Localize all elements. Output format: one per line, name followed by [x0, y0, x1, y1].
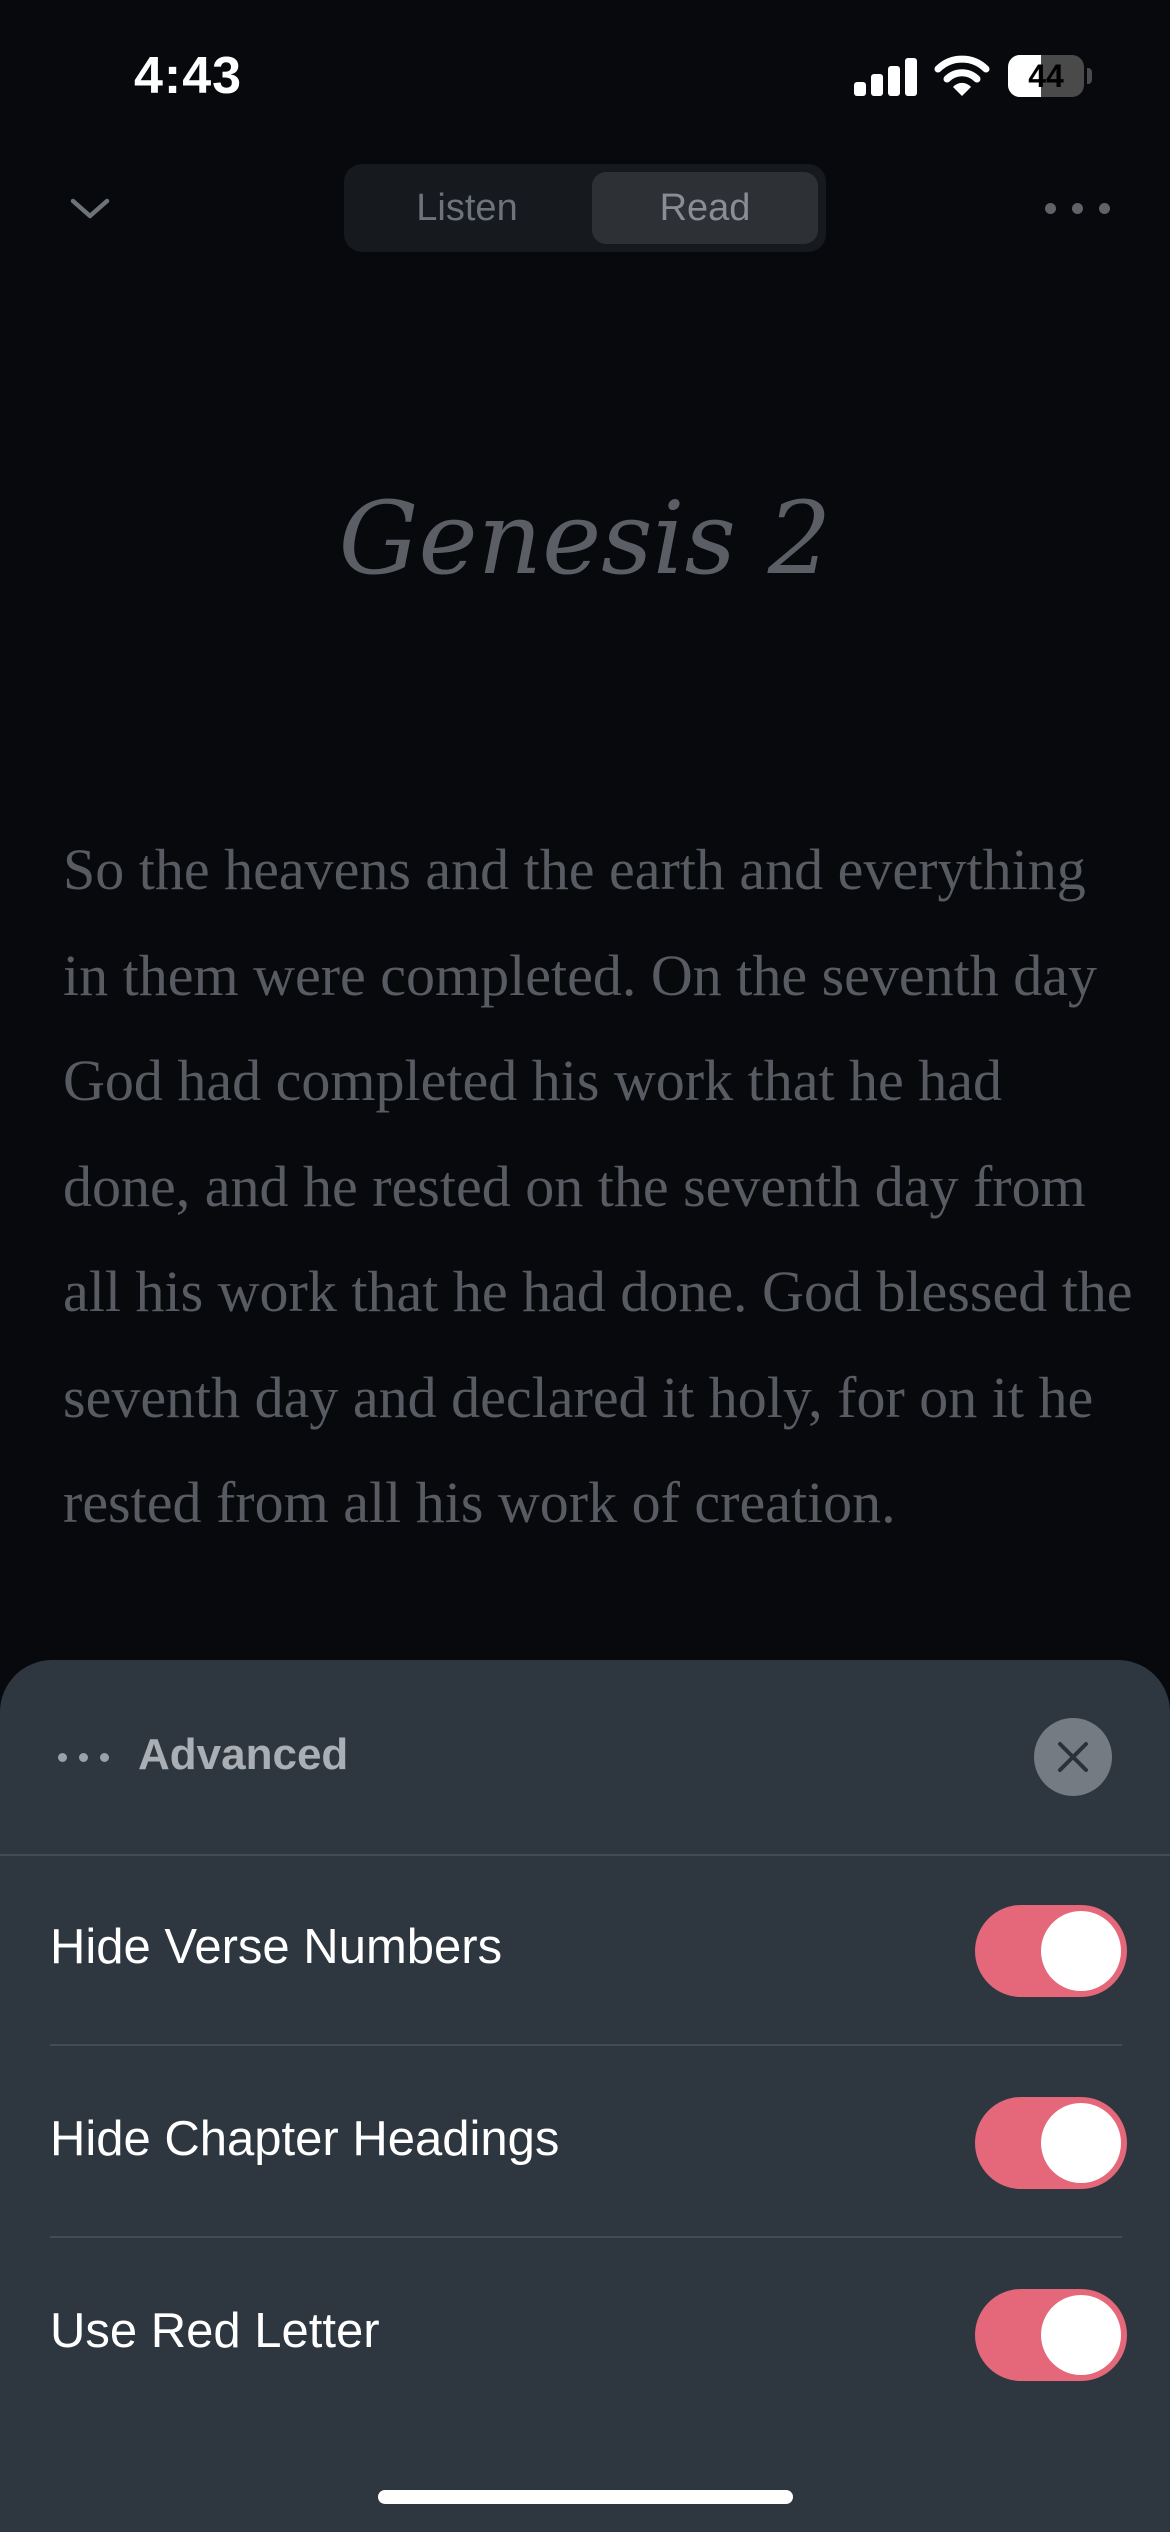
- tab-listen[interactable]: Listen: [356, 172, 578, 244]
- more-horizontal-icon: [58, 1753, 110, 1765]
- listen-read-toggle: Listen Read: [344, 164, 826, 252]
- tab-read[interactable]: Read: [592, 172, 818, 244]
- chevron-down-icon: [70, 198, 110, 219]
- setting-row-hide-verse-numbers: Hide Verse Numbers: [0, 1856, 1170, 2046]
- status-time: 4:43: [134, 47, 243, 105]
- status-bar: 4:43 44: [0, 0, 1170, 150]
- setting-label: Hide Verse Numbers: [50, 1920, 503, 1974]
- chapter-title: Genesis 2: [338, 480, 832, 597]
- close-icon: [1058, 1742, 1088, 1772]
- cellular-signal-icon: [854, 58, 917, 96]
- setting-row-hide-chapter-headings: Hide Chapter Headings: [0, 2048, 1170, 2238]
- close-button[interactable]: [1034, 1718, 1112, 1796]
- toggle-knob: [1041, 2295, 1121, 2375]
- wifi-icon: [934, 55, 990, 96]
- toggle-knob: [1041, 2103, 1121, 2183]
- divider: [50, 2236, 1122, 2238]
- sheet-header: Advanced: [0, 1660, 1170, 1855]
- reader-top-bar: Listen Read: [0, 160, 1170, 256]
- setting-label: Hide Chapter Headings: [50, 2112, 560, 2166]
- collapse-button[interactable]: [60, 178, 120, 238]
- chapter-text: So the heavens and the earth and everyth…: [63, 837, 1133, 1535]
- divider: [50, 2044, 1122, 2046]
- hide-chapter-headings-toggle[interactable]: [975, 2097, 1127, 2189]
- toggle-knob: [1041, 1911, 1121, 1991]
- setting-label: Use Red Letter: [50, 2304, 380, 2358]
- home-indicator[interactable]: [378, 2490, 793, 2504]
- hide-verse-numbers-toggle[interactable]: [975, 1905, 1127, 1997]
- battery-percent: 44: [1028, 58, 1064, 94]
- advanced-settings-sheet: Advanced Hide Verse Numbers Hide Chapter…: [0, 1660, 1170, 2532]
- battery-icon: 44: [1008, 55, 1092, 97]
- more-options-button[interactable]: [1040, 184, 1116, 232]
- use-red-letter-toggle[interactable]: [975, 2289, 1127, 2381]
- setting-row-use-red-letter: Use Red Letter: [0, 2240, 1170, 2430]
- sheet-title: Advanced: [138, 1730, 349, 1779]
